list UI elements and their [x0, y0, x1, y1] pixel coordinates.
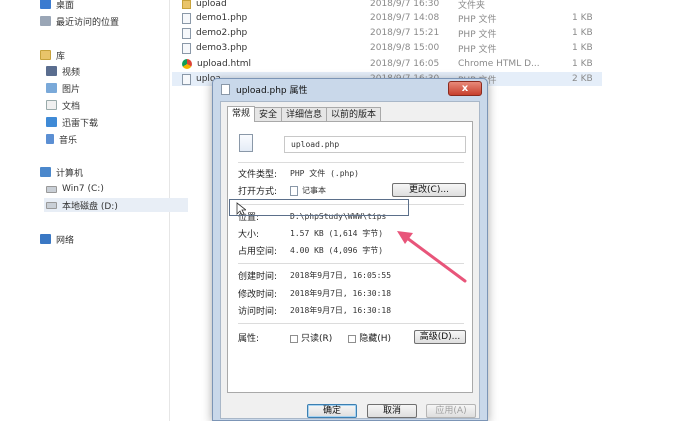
nav-item-desktop[interactable]: 桌面: [40, 0, 74, 11]
chrome-icon: [182, 59, 192, 69]
tab-general[interactable]: 常规: [227, 106, 256, 122]
php-file-icon: [182, 42, 191, 54]
properties-dialog: upload.php 属性 x 常规 安全 详细信息 以前的版本 upload.…: [212, 78, 488, 421]
file-row[interactable]: upload 2018/9/7 16:30 文件夹: [172, 0, 602, 11]
nav-item-recent[interactable]: 最近访问的位置: [40, 14, 119, 28]
php-file-icon: [182, 27, 191, 39]
nav-item-music[interactable]: 音乐: [46, 132, 77, 146]
nav-item-documents[interactable]: 文档: [46, 98, 80, 112]
pictures-icon: [46, 83, 57, 93]
nav-item-computer[interactable]: 计算机: [40, 165, 83, 179]
php-file-icon: [182, 12, 191, 24]
file-row[interactable]: upload.html 2018/9/7 16:05 Chrome HTML D…: [172, 57, 602, 71]
desktop-icon: [40, 0, 51, 9]
file-row[interactable]: demo3.php 2018/9/8 15:00 PHP 文件 1 KB: [172, 41, 602, 55]
nav-item-pictures[interactable]: 图片: [46, 81, 80, 95]
folder-icon: [182, 0, 191, 9]
nav-item-downloads[interactable]: 迅雷下载: [46, 115, 98, 129]
computer-icon: [40, 167, 51, 177]
drive-icon: [46, 201, 57, 209]
nav-item-library[interactable]: 库: [40, 48, 65, 62]
file-row[interactable]: demo1.php 2018/9/7 14:08 PHP 文件 1 KB: [172, 11, 602, 25]
drive-icon: [46, 185, 57, 193]
music-icon: [46, 134, 54, 144]
nav-item-drive-c[interactable]: Win7 (C:): [46, 182, 104, 196]
recent-places-icon: [40, 16, 51, 26]
nav-item-drive-d[interactable]: 本地磁盘 (D:): [44, 198, 188, 212]
nav-item-network[interactable]: 网络: [40, 232, 74, 246]
file-row[interactable]: demo2.php 2018/9/7 15:21 PHP 文件 1 KB: [172, 26, 602, 40]
library-icon: [40, 50, 51, 60]
network-icon: [40, 234, 51, 244]
video-icon: [46, 66, 57, 76]
download-icon: [46, 117, 57, 127]
documents-icon: [46, 100, 57, 110]
annotation-arrow-icon: [397, 231, 467, 283]
php-file-icon: [182, 73, 191, 85]
nav-item-video[interactable]: 视频: [46, 64, 80, 78]
navigation-pane: 桌面 最近访问的位置 库 视频 图片 文档 迅雷下载 音乐 计算机 Win7 (…: [20, 0, 188, 421]
